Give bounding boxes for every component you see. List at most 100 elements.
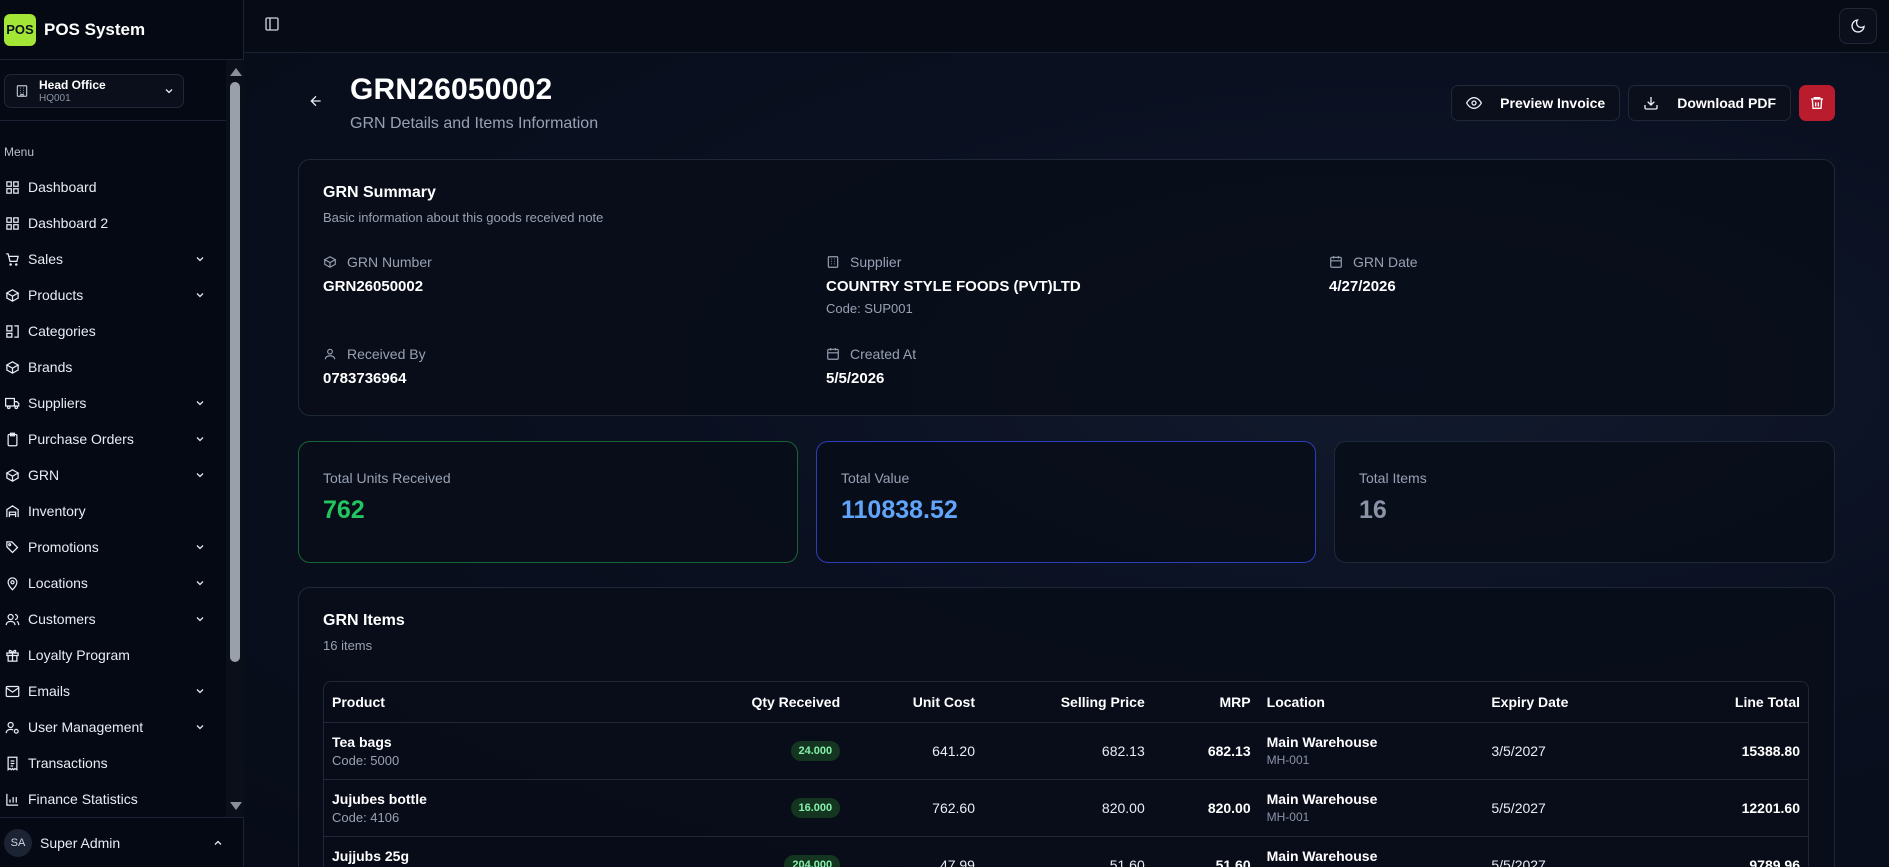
col-product[interactable]: Product [324, 682, 604, 723]
sidebar-item-label: Emails [28, 683, 71, 699]
sidebar-item-label: Sales [28, 251, 64, 267]
col-expiry[interactable]: Expiry Date [1483, 682, 1624, 723]
sidebar-item-dashboard[interactable]: Dashboard [0, 169, 226, 205]
back-button[interactable] [308, 93, 328, 113]
sidebar-item-emails[interactable]: Emails [0, 673, 226, 709]
chevron-down-icon [194, 685, 206, 697]
sidebar-scroll-area: Head Office HQ001 Menu Dashboard Dashboar… [0, 60, 226, 818]
sidebar-item-sales[interactable]: Sales [0, 241, 226, 277]
sidebar: POS POS System Head Office HQ001 Menu Da… [0, 0, 244, 867]
sidebar-item-purchase-orders[interactable]: Purchase Orders [0, 421, 226, 457]
scroll-down-arrow[interactable] [230, 802, 242, 810]
package-icon [323, 255, 337, 269]
chart-icon [4, 791, 20, 807]
table-row[interactable]: Tea bags Code: 5000 24.000 641.20 682.13 682.… [324, 722, 1808, 780]
sidebar-item-finance-statistics[interactable]: Finance Statistics [0, 781, 226, 817]
scrollbar-thumb[interactable] [230, 82, 240, 662]
sidebar-item-label: Brands [28, 359, 73, 375]
mrp-cell: 51.60 [1152, 836, 1259, 867]
created-at-label: Created At [850, 346, 917, 362]
pin-icon [4, 575, 20, 591]
location-cell: Main WarehouseMH-001 [1258, 836, 1484, 867]
menu-label: Menu [4, 145, 35, 159]
col-unit-cost[interactable]: Unit Cost [848, 682, 983, 723]
download-icon [1643, 95, 1659, 111]
topbar [244, 0, 1889, 53]
sidebar-item-locations[interactable]: Locations [0, 565, 226, 601]
chevron-down-icon [194, 613, 206, 625]
total-items-value: 16 [1359, 496, 1387, 524]
grid-icon [4, 179, 20, 195]
sidebar-item-label: GRN [28, 467, 60, 483]
calendar-icon [826, 347, 840, 361]
sidebar-item-products[interactable]: Products [0, 277, 226, 313]
col-mrp[interactable]: MRP [1152, 682, 1259, 723]
expiry-cell: 3/5/2027 [1483, 722, 1624, 780]
chevron-down-icon [194, 469, 206, 481]
delete-button[interactable] [1799, 85, 1835, 121]
received-by-field: Received By 0783736964 [323, 346, 426, 387]
building-icon [15, 84, 29, 98]
user-menu[interactable]: SA Super Admin [0, 817, 244, 867]
location-cell: Main WarehouseMH-001 [1258, 722, 1484, 780]
branch-selector[interactable]: Head Office HQ001 [4, 74, 184, 108]
cart-icon [4, 251, 20, 267]
sidebar-item-dashboard-2[interactable]: Dashboard 2 [0, 205, 226, 241]
col-location[interactable]: Location [1258, 682, 1484, 723]
total-value-card: Total Value 110838.52 [816, 441, 1316, 563]
selling-price-cell: 682.13 [982, 722, 1153, 780]
supplier-field: Supplier COUNTRY STYLE FOODS (PVT)LTD Co… [826, 254, 1081, 316]
warehouse-icon [4, 503, 20, 519]
grn-number-value: GRN26050002 [323, 278, 424, 295]
sidebar-item-transactions[interactable]: Transactions [0, 745, 226, 781]
location-code: MH-001 [1266, 810, 1310, 824]
tag-icon [4, 539, 20, 555]
sidebar-item-suppliers[interactable]: Suppliers [0, 385, 226, 421]
supplier-label: Supplier [850, 254, 902, 270]
download-pdf-button[interactable]: Download PDF [1628, 85, 1791, 121]
preview-invoice-label: Preview Invoice [1500, 95, 1606, 111]
sidebar-item-grn[interactable]: GRN [0, 457, 226, 493]
sidebar-item-user-management[interactable]: User Management [0, 709, 226, 745]
line-total-cell: 9789.96 [1623, 836, 1808, 867]
chevron-down-icon [194, 253, 206, 265]
created-at-field: Created At 5/5/2026 [826, 346, 916, 387]
theme-toggle-button[interactable] [1839, 8, 1877, 44]
line-total-cell: 15388.80 [1623, 722, 1808, 780]
qty-badge: 24.000 [790, 740, 841, 761]
sidebar-toggle-button[interactable] [264, 16, 284, 36]
unit-cost-cell: 47.99 [848, 836, 983, 867]
scroll-up-arrow[interactable] [230, 68, 242, 76]
sidebar-item-brands[interactable]: Brands [0, 349, 226, 385]
preview-invoice-button[interactable]: Preview Invoice [1451, 85, 1621, 121]
table-row[interactable]: Jujjubs 25gCode: 4107204.00047.9951.6051… [324, 836, 1808, 867]
table-header-row: Product Qty Received Unit Cost Selling P… [324, 682, 1808, 723]
sidebar-item-inventory[interactable]: Inventory [0, 493, 226, 529]
mrp-cell: 820.00 [1152, 779, 1259, 837]
location-name: Main Warehouse [1266, 791, 1378, 807]
chevron-down-icon [163, 85, 175, 97]
col-line-total[interactable]: Line Total [1623, 682, 1808, 723]
box-icon [4, 359, 20, 375]
sidebar-item-categories[interactable]: Categories [0, 313, 226, 349]
col-selling-price[interactable]: Selling Price [982, 682, 1153, 723]
sidebar-item-customers[interactable]: Customers [0, 601, 226, 637]
gift-icon [4, 647, 20, 663]
grid-icon [4, 215, 20, 231]
grn-date-field: GRN Date 4/27/2026 [1329, 254, 1418, 295]
location-cell: Main Warehouse MH-001 [1258, 779, 1484, 837]
chevron-down-icon [194, 577, 206, 589]
truck-icon [4, 395, 20, 411]
table-row[interactable]: Jujubes bottle Code: 4106 16.000 762.60 820.… [324, 779, 1808, 837]
sidebar-item-label: Suppliers [28, 395, 87, 411]
grn-number-label: GRN Number [347, 254, 432, 270]
sidebar-item-loyalty-program[interactable]: Loyalty Program [0, 637, 226, 673]
col-qty[interactable]: Qty Received [603, 682, 849, 723]
branch-name: Head Office [39, 78, 106, 92]
trash-icon [1809, 95, 1825, 111]
sidebar-item-promotions[interactable]: Promotions [0, 529, 226, 565]
box-icon [4, 287, 20, 303]
sidebar-scrollbar[interactable] [226, 60, 244, 818]
page-subtitle: GRN Details and Items Information [350, 115, 599, 132]
total-units-value: 762 [323, 496, 365, 524]
